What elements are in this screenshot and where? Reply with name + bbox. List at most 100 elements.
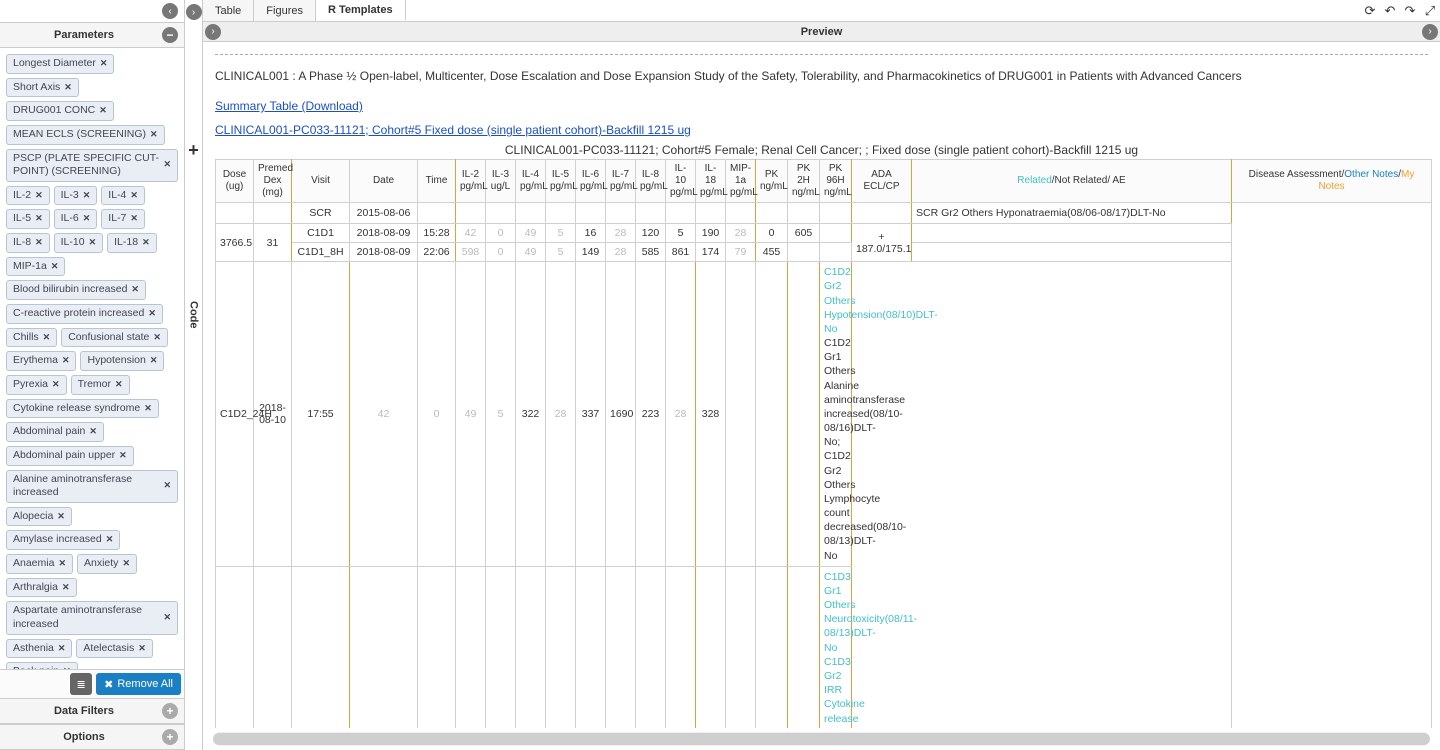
remove-chip-icon[interactable]: ✕ xyxy=(130,190,138,202)
remove-chip-icon[interactable]: ✕ xyxy=(35,237,43,249)
parameter-chip[interactable]: MEAN ECLS (SCREENING) ✕ xyxy=(6,125,165,145)
remove-chip-icon[interactable]: ✕ xyxy=(150,355,158,367)
col-header: IL-2pg/mL xyxy=(456,160,486,203)
parameter-chip[interactable]: Abdominal pain ✕ xyxy=(6,422,104,442)
parameter-chip[interactable]: Anxiety ✕ xyxy=(77,554,137,574)
parameter-chip[interactable]: Atelectasis ✕ xyxy=(76,639,152,659)
code-panel-label[interactable]: Code xyxy=(188,301,200,329)
remove-chip-icon[interactable]: ✕ xyxy=(119,450,127,462)
remove-chip-icon[interactable]: ✕ xyxy=(153,332,161,344)
nav-back-icon[interactable]: ‹ xyxy=(162,3,178,19)
parameter-chip[interactable]: Tremor ✕ xyxy=(71,375,130,395)
parameter-chip[interactable]: Blood bilirubin increased ✕ xyxy=(6,280,146,300)
parameter-chip[interactable]: IL-10 ✕ xyxy=(54,233,103,253)
parameter-chip[interactable]: IL-5 ✕ xyxy=(6,209,50,229)
preview-collapse-left-icon[interactable]: › xyxy=(205,24,221,40)
remove-chip-icon[interactable]: ✕ xyxy=(131,284,139,296)
parameter-chip[interactable]: IL-2 ✕ xyxy=(6,186,50,206)
data-filters-header[interactable]: Data Filters + xyxy=(0,698,184,724)
parameter-chip[interactable]: Longest Diameter ✕ xyxy=(6,54,114,74)
parameter-chip[interactable]: Pyrexia ✕ xyxy=(6,375,67,395)
parameter-chip[interactable]: Amylase increased ✕ xyxy=(6,530,120,550)
options-header[interactable]: Options + xyxy=(0,724,184,750)
remove-chip-icon[interactable]: ✕ xyxy=(99,105,107,117)
summary-table-link[interactable]: Summary Table (Download) xyxy=(215,99,363,113)
list-view-icon[interactable]: ≣ xyxy=(70,673,92,695)
parameter-chip[interactable]: Hypotension ✕ xyxy=(80,351,164,371)
parameter-chip[interactable]: Anaemia ✕ xyxy=(6,554,73,574)
remove-chip-icon[interactable]: ✕ xyxy=(100,58,108,70)
horizontal-scrollbar[interactable] xyxy=(213,732,1430,746)
parameter-chip[interactable]: Erythema ✕ xyxy=(6,351,76,371)
parameter-chip[interactable]: IL-8 ✕ xyxy=(6,233,50,253)
remove-chip-icon[interactable]: ✕ xyxy=(57,511,65,523)
remove-chip-icon[interactable]: ✕ xyxy=(62,355,70,367)
remove-chip-icon[interactable]: ✕ xyxy=(58,643,66,655)
remove-chip-icon[interactable]: ✕ xyxy=(115,379,123,391)
remove-chip-icon[interactable]: ✕ xyxy=(150,129,158,141)
remove-chip-icon[interactable]: ✕ xyxy=(106,534,114,546)
col-header: Time xyxy=(418,160,456,203)
collapse-icon[interactable]: − xyxy=(162,27,178,43)
tab-figures[interactable]: Figures xyxy=(254,0,316,21)
parameter-chip[interactable]: Asthenia ✕ xyxy=(6,639,72,659)
parameter-chip[interactable]: C-reactive protein increased ✕ xyxy=(6,304,163,324)
remove-chip-icon[interactable]: ✕ xyxy=(52,379,60,391)
remove-chip-icon[interactable]: ✕ xyxy=(83,213,91,225)
remove-chip-icon[interactable]: ✕ xyxy=(43,332,51,344)
remove-chip-icon[interactable]: ✕ xyxy=(130,213,138,225)
col-header: ADAECL/CP xyxy=(852,160,912,203)
expand-icon[interactable]: + xyxy=(162,703,178,719)
parameters-header[interactable]: Parameters − xyxy=(0,22,184,48)
tab-r-templates[interactable]: R Templates xyxy=(316,0,406,21)
remove-chip-icon[interactable]: ✕ xyxy=(58,558,66,570)
parameter-chip[interactable]: IL-18 ✕ xyxy=(107,233,156,253)
parameter-chip[interactable]: IL-3 ✕ xyxy=(54,186,98,206)
remove-chip-icon[interactable]: ✕ xyxy=(163,159,171,171)
remove-chip-icon[interactable]: ✕ xyxy=(89,237,97,249)
parameter-chip[interactable]: Alanine aminotransferase increased ✕ xyxy=(6,470,178,503)
remove-chip-icon[interactable]: ✕ xyxy=(122,558,130,570)
cohort-link[interactable]: CLINICAL001-PC033-11121; Cohort#5 Fixed … xyxy=(215,123,691,137)
refresh-icon[interactable]: ⟳ xyxy=(1360,0,1380,21)
remove-chip-icon[interactable]: ✕ xyxy=(35,190,43,202)
fullscreen-icon[interactable]: ⤢ xyxy=(1420,0,1440,21)
remove-chip-icon[interactable]: ✕ xyxy=(148,308,156,320)
expand-right-icon[interactable]: › xyxy=(186,4,202,20)
col-header: IL-7pg/mL xyxy=(606,160,636,203)
parameter-chip[interactable]: MIP-1a ✕ xyxy=(6,257,65,277)
parameter-chip[interactable]: Aspartate aminotransferase increased ✕ xyxy=(6,601,178,634)
add-panel-icon[interactable]: + xyxy=(188,140,199,161)
preview-collapse-right-icon[interactable]: › xyxy=(1422,24,1438,40)
remove-chip-icon[interactable]: ✕ xyxy=(62,582,70,594)
undo-icon[interactable]: ↶ xyxy=(1380,0,1400,21)
parameter-chip[interactable]: Arthralgia ✕ xyxy=(6,578,77,598)
parameter-chip[interactable]: IL-4 ✕ xyxy=(101,186,145,206)
tab-table[interactable]: Table xyxy=(203,0,254,21)
remove-all-button[interactable]: ✖ Remove All xyxy=(96,673,181,695)
parameter-chip[interactable]: Alopecia ✕ xyxy=(6,507,72,527)
parameter-chip[interactable]: Cytokine release syndrome ✕ xyxy=(6,399,159,419)
remove-chip-icon[interactable]: ✕ xyxy=(163,612,171,624)
remove-chip-icon[interactable]: ✕ xyxy=(163,480,171,492)
remove-chip-icon[interactable]: ✕ xyxy=(138,643,146,655)
parameter-chip[interactable]: IL-6 ✕ xyxy=(54,209,98,229)
redo-icon[interactable]: ↷ xyxy=(1400,0,1420,21)
parameter-chip[interactable]: Confusional state ✕ xyxy=(61,328,168,348)
expand-icon[interactable]: + xyxy=(162,729,178,745)
parameter-chip[interactable]: Short Axis ✕ xyxy=(6,78,79,98)
parameter-chip[interactable]: IL-7 ✕ xyxy=(101,209,145,229)
remove-chip-icon[interactable]: ✕ xyxy=(89,426,97,438)
parameter-chip[interactable]: Chills ✕ xyxy=(6,328,57,348)
remove-chip-icon[interactable]: ✕ xyxy=(64,82,72,94)
remove-chip-icon[interactable]: ✕ xyxy=(51,261,59,273)
remove-chip-icon[interactable]: ✕ xyxy=(144,403,152,415)
remove-chip-icon[interactable]: ✕ xyxy=(83,190,91,202)
parameter-chip[interactable]: DRUG001 CONC ✕ xyxy=(6,101,114,121)
parameter-chip[interactable]: Back pain ✕ xyxy=(6,662,78,669)
parameter-chip[interactable]: PSCP (PLATE SPECIFIC CUT-POINT) (SCREENI… xyxy=(6,149,178,182)
remove-chip-icon[interactable]: ✕ xyxy=(35,213,43,225)
study-title: CLINICAL001 : A Phase ½ Open-label, Mult… xyxy=(215,69,1428,83)
remove-chip-icon[interactable]: ✕ xyxy=(142,237,150,249)
parameter-chip[interactable]: Abdominal pain upper ✕ xyxy=(6,446,134,466)
